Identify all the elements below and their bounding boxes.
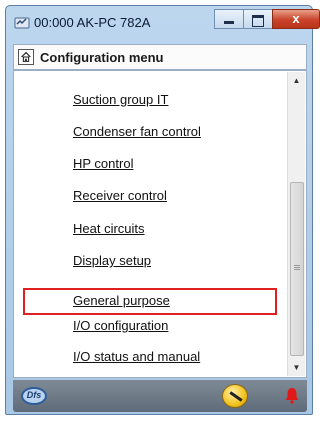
logo-text: Dfs (26, 390, 42, 400)
scroll-up-icon[interactable]: ▲ (288, 72, 305, 89)
menu-list: Suction group IT Condenser fan control H… (13, 70, 307, 378)
maximize-icon (252, 15, 264, 27)
menu-item-io-status[interactable]: I/O status and manual (73, 349, 200, 364)
minimize-icon (224, 21, 234, 24)
menu-item-suction-group[interactable]: Suction group IT (73, 92, 168, 107)
menu-item-condenser-fan[interactable]: Condenser fan control (73, 124, 201, 139)
minimize-button[interactable] (214, 9, 244, 29)
menu-item-display-setup[interactable]: Display setup (73, 253, 151, 268)
scroll-grip-icon (294, 265, 300, 266)
menu-item-receiver-control[interactable]: Receiver control (73, 188, 167, 203)
scroll-down-icon[interactable]: ▼ (288, 359, 305, 376)
bottom-toolbar: Dfs (13, 380, 307, 412)
close-button[interactable]: x (272, 9, 320, 29)
menu-item-io-configuration[interactable]: I/O configuration (73, 318, 168, 333)
app-window: 00:000 AK-PC 782A x Configuration menu S… (5, 5, 320, 415)
menu-item-general-purpose[interactable]: General purpose (73, 293, 170, 308)
wrench-icon (229, 391, 243, 402)
home-icon[interactable] (18, 49, 34, 65)
title-bar[interactable]: 00:000 AK-PC 782A x (6, 6, 320, 44)
danfoss-logo[interactable]: Dfs (21, 387, 47, 405)
app-icon (14, 17, 30, 29)
menu-header: Configuration menu (13, 44, 307, 70)
window-controls: x (214, 9, 320, 29)
menu-item-hp-control[interactable]: HP control (73, 156, 133, 171)
service-button[interactable] (222, 384, 248, 408)
window-title: 00:000 AK-PC 782A (34, 15, 151, 30)
vertical-scrollbar[interactable]: ▲ ▼ (287, 72, 305, 376)
scroll-thumb[interactable] (290, 182, 304, 356)
menu-item-heat-circuits[interactable]: Heat circuits (73, 221, 145, 236)
page-title: Configuration menu (40, 50, 164, 65)
bell-icon[interactable] (284, 386, 300, 404)
close-icon: x (292, 11, 300, 26)
maximize-button[interactable] (243, 9, 273, 29)
